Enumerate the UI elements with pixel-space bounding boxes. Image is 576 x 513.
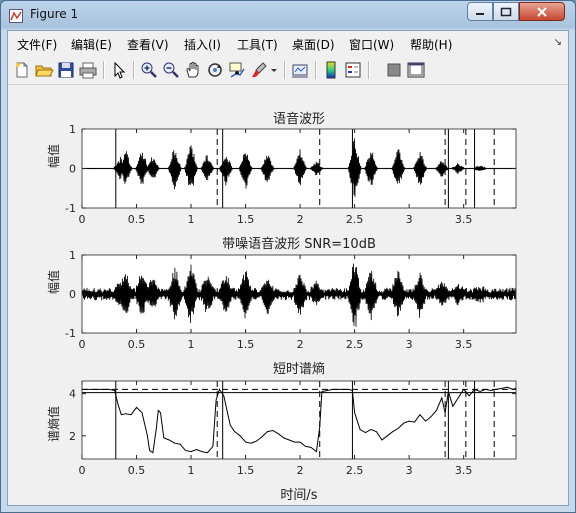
subplot3-xlabel: 时间/s: [280, 488, 317, 503]
x-tick-label: 0.5: [128, 213, 146, 226]
legend-icon[interactable]: [343, 60, 363, 80]
y-tick-label: 0: [69, 288, 76, 301]
matlab-figure-icon: [9, 8, 23, 23]
x-tick-label: 3: [406, 464, 413, 477]
toolbar-separator: [315, 61, 317, 79]
subplot3-axes[interactable]: 0 0.5 1 1.5 2 2.5 3 3.5 2 4: [69, 380, 517, 477]
close-icon: [537, 6, 547, 17]
toolbar-separator: [368, 61, 370, 79]
x-tick-label: 2.5: [346, 464, 364, 477]
rotate-3d-icon[interactable]: [205, 60, 225, 80]
new-file-icon[interactable]: [12, 60, 32, 80]
x-tick-label: 3.5: [455, 213, 473, 226]
pointer-icon[interactable]: [109, 60, 129, 80]
show-plot-tools-icon[interactable]: [406, 60, 426, 80]
x-tick-label: 0.5: [128, 464, 146, 477]
close-button[interactable]: [519, 2, 565, 21]
toolbar-separator: [133, 61, 135, 79]
y-tick-label: 1: [69, 123, 76, 136]
menu-desktop[interactable]: 桌面(D): [292, 36, 335, 53]
brush-icon[interactable]: [249, 60, 269, 80]
maximize-icon: [500, 7, 512, 16]
x-tick-label: 3.5: [455, 338, 473, 351]
x-tick-label: 2: [297, 338, 304, 351]
menu-tools[interactable]: 工具(T): [237, 36, 278, 53]
subplot3-ylabel: 谱熵值: [46, 406, 61, 442]
x-tick-label: 0: [79, 464, 86, 477]
zoom-in-icon[interactable]: [139, 60, 159, 80]
y-tick-label: 4: [69, 388, 76, 401]
x-tick-label: 1.5: [237, 464, 255, 477]
title-bar[interactable]: Figure 1: [1, 1, 575, 29]
x-tick-label: 2.5: [346, 213, 364, 226]
minimize-button[interactable]: [467, 2, 493, 21]
hide-plot-tools-icon[interactable]: [384, 60, 404, 80]
x-tick-label: 3: [406, 213, 413, 226]
menu-bar: 文件(F) 编辑(E) 查看(V) 插入(I) 工具(T) 桌面(D) 窗口(W…: [8, 31, 568, 55]
x-tick-label: 1.5: [237, 213, 255, 226]
y-tick-label: -1: [65, 327, 76, 340]
y-tick-label: 1: [69, 249, 76, 262]
subplot2-ylabel: 幅值: [46, 270, 61, 294]
menu-edit[interactable]: 编辑(E): [71, 36, 112, 53]
print-icon[interactable]: [78, 60, 98, 80]
x-tick-label: 0.5: [128, 338, 146, 351]
window-title: Figure 1: [30, 7, 79, 21]
y-tick-label: 0: [69, 163, 76, 176]
minimize-icon: [476, 12, 484, 15]
x-tick-label: 0: [79, 213, 86, 226]
colorbar-icon[interactable]: [321, 60, 341, 80]
menu-window[interactable]: 窗口(W): [349, 36, 394, 53]
client-area: 文件(F) 编辑(E) 查看(V) 插入(I) 工具(T) 桌面(D) 窗口(W…: [7, 30, 569, 506]
x-tick-label: 1: [188, 338, 195, 351]
brush-dropdown-icon[interactable]: [269, 60, 279, 80]
menu-file[interactable]: 文件(F): [17, 36, 57, 53]
y-tick-label: 2: [69, 430, 76, 443]
data-cursor-icon[interactable]: [227, 60, 247, 80]
x-tick-label: 2.5: [346, 338, 364, 351]
menu-insert[interactable]: 插入(I): [184, 36, 221, 53]
maximize-button[interactable]: [493, 2, 519, 21]
x-tick-label: 1: [188, 464, 195, 477]
x-tick-label: 2: [297, 213, 304, 226]
figure-canvas[interactable]: 语音波形 幅值 0 0.5 1 1.5 2 2.5 3 3.5 -1 0 1 带噪语音波形 SNR=…: [8, 86, 568, 505]
subplot1-title: 语音波形: [273, 111, 325, 127]
dock-arrow-icon[interactable]: ↘: [554, 37, 562, 48]
y-tick-label: -1: [65, 202, 76, 215]
subplot1-ylabel: 幅值: [46, 144, 61, 168]
x-tick-label: 1.5: [237, 338, 255, 351]
figure-window: Figure 1 文件(F) 编辑(E) 查看(V) 插入(I) 工具(T) 桌…: [0, 0, 576, 513]
subplot3-title: 短时谱熵: [273, 361, 325, 377]
subplot2-axes[interactable]: 0 0.5 1 1.5 2 2.5 3 3.5-101: [65, 249, 517, 351]
zoom-out-icon[interactable]: [161, 60, 181, 80]
subplot2-title: 带噪语音波形 SNR=10dB: [222, 236, 376, 252]
pan-hand-icon[interactable]: [183, 60, 203, 80]
toolbar-separator: [103, 61, 105, 79]
toolbar: [8, 56, 568, 85]
x-tick-label: 1: [188, 213, 195, 226]
save-icon[interactable]: [56, 60, 76, 80]
menu-help[interactable]: 帮助(H): [410, 36, 452, 53]
x-tick-label: 0: [79, 338, 86, 351]
menu-view[interactable]: 查看(V): [127, 36, 169, 53]
link-plot-icon[interactable]: [290, 60, 310, 80]
plot-area[interactable]: 语音波形 幅值 0 0.5 1 1.5 2 2.5 3 3.5-101 带噪语音波形 SNR=…: [8, 86, 568, 505]
x-tick-label: 3.5: [455, 464, 473, 477]
x-tick-label: 2: [297, 464, 304, 477]
subplot1-axes[interactable]: 0 0.5 1 1.5 2 2.5 3 3.5-101: [65, 123, 517, 226]
toolbar-separator: [284, 61, 286, 79]
open-folder-icon[interactable]: [34, 60, 54, 80]
x-tick-label: 3: [406, 338, 413, 351]
